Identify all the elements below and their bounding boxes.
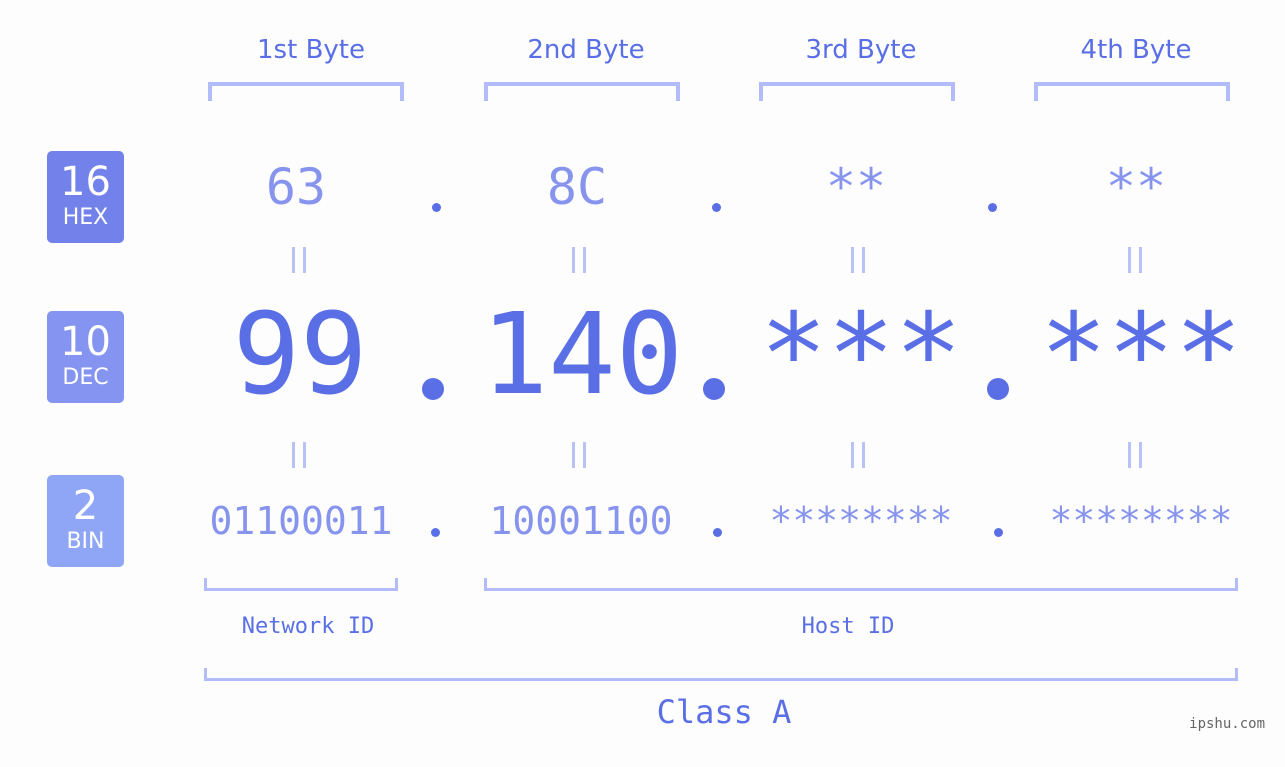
host-id-label: Host ID bbox=[801, 614, 895, 639]
bin-badge-label: BIN bbox=[66, 529, 105, 554]
class-bracket bbox=[204, 668, 1238, 681]
byte-header-2: 2nd Byte bbox=[527, 35, 645, 65]
hex-byte-2: 8C bbox=[546, 158, 608, 216]
bin-badge: 2 BIN bbox=[47, 475, 124, 567]
bin-byte-1: 01100011 bbox=[209, 499, 393, 543]
hex-byte-1: 63 bbox=[265, 158, 327, 216]
byte-header-1: 1st Byte bbox=[257, 35, 365, 65]
hex-separator-dot bbox=[988, 203, 997, 212]
dec-byte-2: 140 bbox=[480, 290, 684, 420]
dec-separator-dot bbox=[987, 378, 1009, 400]
byte-bracket-1 bbox=[208, 82, 404, 101]
equals-icon bbox=[851, 442, 865, 468]
byte-header-3: 3rd Byte bbox=[805, 35, 917, 65]
bin-byte-2: 10001100 bbox=[489, 499, 673, 543]
bin-badge-number: 2 bbox=[72, 483, 99, 529]
dec-badge-label: DEC bbox=[62, 365, 109, 390]
equals-icon bbox=[851, 247, 865, 273]
host-id-bracket bbox=[484, 578, 1238, 591]
bin-separator-dot bbox=[431, 528, 440, 537]
bin-byte-4: ******** bbox=[1049, 499, 1233, 543]
dec-badge: 10 DEC bbox=[47, 311, 124, 403]
hex-badge-label: HEX bbox=[62, 205, 109, 230]
class-label: Class A bbox=[656, 693, 792, 731]
equals-icon bbox=[1128, 247, 1142, 273]
network-id-bracket bbox=[204, 578, 398, 591]
watermark: ipshu.com bbox=[1189, 716, 1265, 732]
byte-bracket-2 bbox=[484, 82, 680, 101]
hex-badge: 16 HEX bbox=[47, 151, 124, 243]
dec-byte-1: 99 bbox=[232, 290, 368, 420]
byte-header-4: 4th Byte bbox=[1080, 35, 1192, 65]
dec-byte-3: *** bbox=[759, 290, 963, 420]
byte-bracket-3 bbox=[759, 82, 955, 101]
hex-byte-4: ** bbox=[1105, 158, 1167, 216]
dec-separator-dot bbox=[703, 378, 725, 400]
equals-icon bbox=[1128, 442, 1142, 468]
hex-separator-dot bbox=[432, 203, 441, 212]
dec-byte-4: *** bbox=[1039, 290, 1243, 420]
bin-separator-dot bbox=[713, 528, 722, 537]
network-id-label: Network ID bbox=[241, 614, 375, 639]
equals-icon bbox=[572, 247, 586, 273]
bin-separator-dot bbox=[994, 528, 1003, 537]
hex-badge-number: 16 bbox=[60, 159, 111, 205]
equals-icon bbox=[292, 247, 306, 273]
dec-separator-dot bbox=[422, 378, 444, 400]
hex-byte-3: ** bbox=[825, 158, 887, 216]
equals-icon bbox=[292, 442, 306, 468]
hex-separator-dot bbox=[712, 203, 721, 212]
dec-badge-number: 10 bbox=[60, 319, 111, 365]
equals-icon bbox=[572, 442, 586, 468]
byte-bracket-4 bbox=[1034, 82, 1230, 101]
bin-byte-3: ******** bbox=[769, 499, 953, 543]
